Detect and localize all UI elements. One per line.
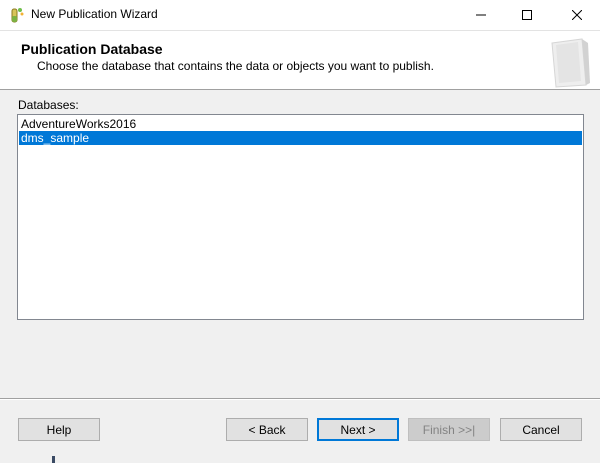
list-item-dms-sample[interactable]: dms_sample	[19, 131, 582, 145]
page-description: Choose the database that contains the da…	[37, 59, 434, 73]
wizard-tube-icon	[8, 6, 26, 24]
finish-button[interactable]: Finish >>|	[408, 418, 490, 441]
list-item-adventureworks2016[interactable]: AdventureWorks2016	[19, 117, 582, 131]
help-button[interactable]: Help	[18, 418, 100, 441]
background-fragment	[52, 456, 55, 463]
close-icon	[572, 10, 582, 20]
maximize-button[interactable]	[504, 0, 550, 30]
minimize-button[interactable]	[458, 0, 504, 30]
title-bar: New Publication Wizard	[0, 0, 600, 30]
databases-listbox[interactable]: AdventureWorks2016 dms_sample	[17, 114, 584, 320]
wizard-page-graphic	[546, 37, 592, 89]
wizard-header: Publication Database Choose the database…	[0, 30, 600, 90]
window-title: New Publication Wizard	[31, 7, 158, 21]
close-button[interactable]	[554, 0, 600, 30]
back-button[interactable]: < Back	[226, 418, 308, 441]
footer-separator	[0, 398, 600, 400]
page-title: Publication Database	[21, 41, 163, 57]
minimize-icon	[476, 10, 486, 20]
maximize-icon	[522, 10, 532, 20]
cancel-button[interactable]: Cancel	[500, 418, 582, 441]
databases-label: Databases:	[18, 98, 79, 112]
next-button[interactable]: Next >	[317, 418, 399, 441]
